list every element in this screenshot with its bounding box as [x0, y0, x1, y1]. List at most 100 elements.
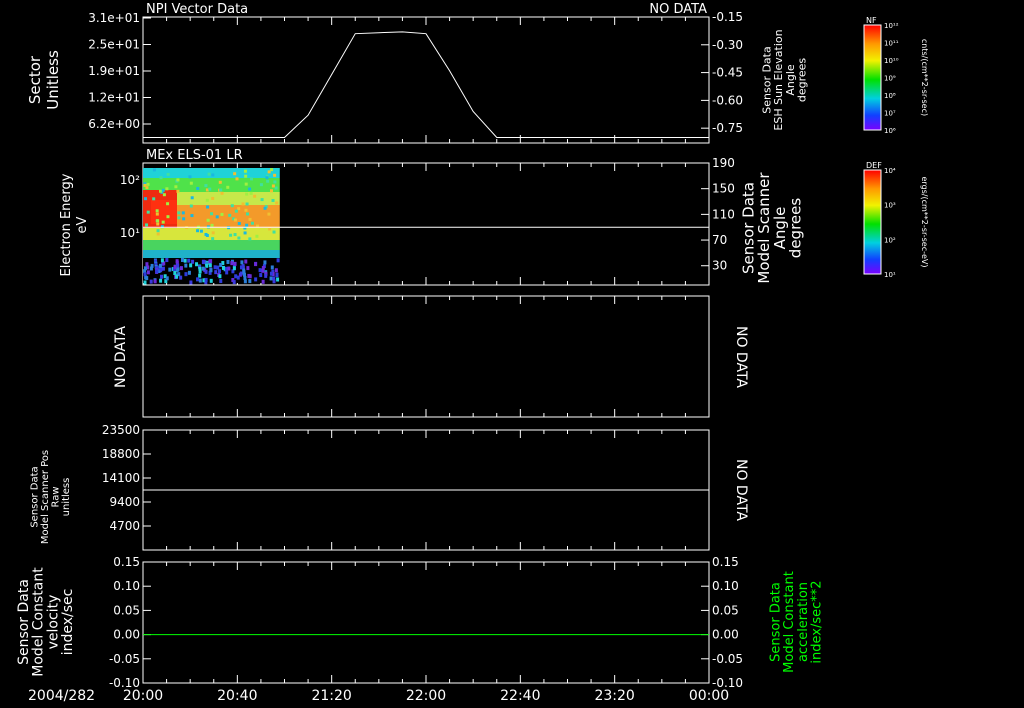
- spectrogram-speckle: [250, 221, 254, 225]
- panel-1-title: NPI Vector Data: [146, 2, 248, 17]
- spectrogram-speckle: [146, 210, 150, 214]
- spectrogram-speckle: [206, 205, 210, 209]
- spectrogram-speckle: [184, 263, 188, 268]
- spectrogram-speckle: [173, 271, 177, 276]
- spectrogram-speckle: [233, 233, 237, 237]
- colorbar-def-tick-label: 10⁴: [884, 167, 896, 175]
- spectrogram-speckle: [190, 196, 194, 200]
- spectrogram-band: [143, 240, 280, 250]
- spectrogram-speckle: [263, 206, 267, 210]
- panel-4-left-tick-label: 18800: [102, 447, 140, 461]
- spectrogram-speckle: [177, 216, 181, 220]
- colorbar-def-label: DEF: [866, 161, 882, 170]
- spectrogram-speckle: [232, 280, 236, 285]
- spectrogram-speckle: [233, 172, 237, 176]
- spectrogram-speckle: [160, 225, 164, 229]
- spectrogram-speckle: [246, 266, 250, 271]
- spectrogram-speckle: [259, 183, 263, 187]
- spectrogram-speckle: [220, 191, 224, 195]
- spectrogram-speckle: [239, 271, 243, 276]
- spectrogram-speckle: [232, 266, 236, 271]
- spectrogram-speckle: [248, 237, 252, 241]
- spectrogram-speckle: [160, 258, 164, 263]
- spectrogram-speckle: [189, 263, 193, 268]
- panel-1-series-line: [143, 31, 709, 138]
- x-tick-label: 22:00: [406, 688, 446, 704]
- spectrogram-speckle: [208, 187, 212, 191]
- x-tick-label: 21:20: [311, 688, 351, 704]
- panel-5-left-tick-label: 0.05: [113, 603, 140, 617]
- spectrogram-speckle: [226, 185, 230, 189]
- spectrogram-speckle: [243, 279, 247, 284]
- panel-2-right-tick-label: 30: [712, 259, 727, 273]
- spectrogram-speckle: [159, 278, 163, 283]
- spectrogram-speckle: [236, 275, 240, 280]
- spectrogram-speckle: [165, 276, 169, 281]
- spectrogram-speckle: [269, 276, 273, 281]
- colorbar-def-tick-label: 10³: [884, 202, 896, 210]
- panel-1-left-tick-label: 2.5e+01: [88, 38, 140, 52]
- spectrogram-speckle: [180, 258, 184, 263]
- panel-4-right-no-data: NO DATA: [733, 459, 749, 521]
- spectrogram-speckle: [244, 174, 248, 178]
- spectrogram-speckle: [276, 277, 280, 282]
- spectrogram-speckle: [275, 201, 279, 205]
- colorbar-def-units: ergs/(cm**2-sr-sec-eV): [920, 176, 929, 267]
- spectrogram-speckle: [165, 258, 169, 263]
- spectrogram-speckle: [248, 187, 252, 191]
- spectrogram-speckle: [177, 211, 181, 215]
- spectrogram-speckle: [228, 213, 232, 217]
- spectrogram-speckle: [152, 197, 156, 201]
- spectrogram-speckle: [244, 182, 248, 186]
- spectrogram-speckle: [207, 172, 211, 176]
- spectrogram-speckle: [158, 263, 162, 268]
- spectrogram-speckle: [176, 267, 180, 272]
- spectrogram-speckle: [254, 262, 258, 267]
- panel-1-right-tick-label: -0.45: [712, 66, 743, 80]
- spectrogram-speckle: [215, 215, 219, 219]
- spectrogram-speckle: [274, 186, 278, 190]
- colorbar-nf-tick-label: 10¹²: [884, 22, 899, 30]
- spectrogram-speckle: [153, 279, 157, 284]
- panel-5-left-tick-label: 0.00: [113, 628, 140, 642]
- x-tick-label: 00:00: [689, 688, 729, 704]
- spectrogram-speckle: [208, 259, 212, 264]
- plot-canvas: NPI Vector Data NO DATA 3.1e+01 2.5e+01 1.9e…: [16, 2, 929, 704]
- spectrogram-speckle: [273, 180, 277, 184]
- spectrogram-speckle: [145, 223, 149, 227]
- panel-3-right-no-data: NO DATA: [733, 326, 749, 388]
- panel-4-left-axis-label: Raw: [50, 486, 61, 507]
- spectrogram-speckle: [191, 259, 195, 264]
- spectrogram-speckle: [261, 279, 265, 284]
- panel-2-right-axis-label: degrees: [787, 198, 805, 259]
- spectrogram-speckle: [229, 233, 233, 237]
- spectrogram-speckle: [271, 184, 275, 188]
- spectrogram-speckle: [250, 177, 254, 181]
- spectrogram-speckle: [208, 263, 212, 268]
- panel-2-title: MEx ELS-01 LR: [146, 148, 243, 163]
- spectrogram-speckle: [210, 223, 214, 227]
- spectrogram-speckle: [263, 260, 267, 265]
- panel-5-right-tick-label: -0.05: [712, 652, 743, 666]
- colorbar-nf-bar: [863, 24, 882, 131]
- spectrogram-speckle: [187, 258, 191, 263]
- spectrogram-speckle: [224, 266, 228, 271]
- spectrogram-speckle: [211, 196, 215, 200]
- panel-2-spectrogram: [143, 168, 280, 285]
- spectrogram-speckle: [159, 189, 163, 193]
- colorbar-def-tick-label: 10¹: [884, 271, 896, 279]
- spectrogram-speckle: [234, 274, 238, 279]
- spectrogram-speckle: [269, 271, 273, 276]
- spectrogram-speckle: [165, 187, 169, 191]
- spectrogram-speckle: [253, 194, 257, 198]
- spectrogram-speckle: [226, 259, 230, 264]
- spectrogram-speckle: [155, 209, 159, 213]
- spectrogram-speckle: [182, 217, 186, 221]
- spectrogram-speckle: [150, 263, 154, 268]
- spectrogram-speckle: [245, 202, 249, 206]
- spectrogram-speckle: [168, 267, 172, 272]
- spectrogram-speckle: [233, 261, 237, 266]
- spectrogram-speckle: [160, 274, 164, 279]
- spectrogram-speckle: [254, 277, 258, 282]
- spectrogram-speckle: [145, 276, 149, 281]
